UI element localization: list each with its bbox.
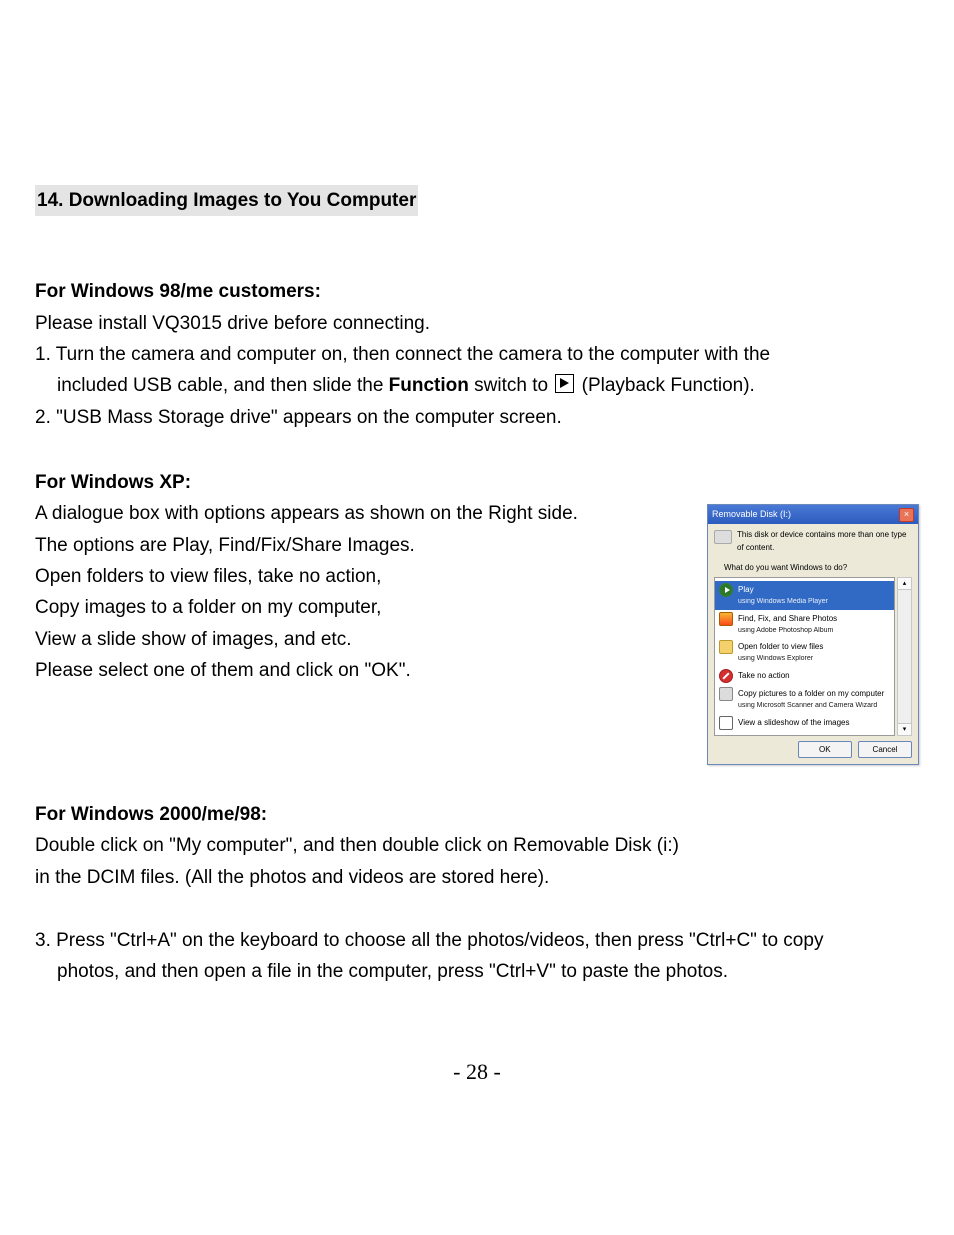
list-item[interactable]: Take no action [715,667,894,685]
step1-mid: switch to [469,375,553,396]
action-list[interactable]: Playusing Windows Media Player Find, Fix… [714,577,895,736]
scroll-up-icon[interactable]: ▴ [898,578,911,590]
scroll-down-icon[interactable]: ▾ [898,723,911,735]
item-title: Open folder to view files [738,640,823,653]
item-sub: using Windows Explorer [738,653,823,665]
photoshop-icon [719,612,733,626]
no-action-icon [719,669,733,683]
list-item[interactable]: Copy pictures to a folder on my computer… [715,685,894,714]
wmp-icon [719,583,733,597]
step3-line2: photos, and then open a file in the comp… [35,961,728,982]
subheading-winxp: For Windows XP: [35,467,919,498]
close-icon[interactable]: × [899,508,914,522]
w2k-line2: in the DCIM files. (All the photos and v… [35,862,919,893]
step1-post: (Playback Function). [576,375,754,396]
playback-icon [555,374,574,393]
section-heading: 14. Downloading Images to You Computer [35,185,919,216]
subheading-win98me: For Windows 98/me customers: [35,276,919,307]
scanner-icon [719,687,733,701]
autoplay-dialog: Removable Disk (I:) × This disk or devic… [707,504,919,765]
list-item[interactable]: Find, Fix, and Share Photosusing Adobe P… [715,610,894,639]
subheading-win2000: For Windows 2000/me/98: [35,799,919,830]
item-title: Copy pictures to a folder on my computer [738,687,884,700]
folder-icon [719,640,733,654]
dialog-prompt: What do you want Windows to do? [724,561,912,574]
slideshow-icon [719,716,733,730]
step-3: 3. Press "Ctrl+A" on the keyboard to cho… [35,925,919,988]
step-2: 2. "USB Mass Storage drive" appears on t… [35,402,919,433]
step1-line1: 1. Turn the camera and computer on, then… [35,344,770,365]
page-number: - 28 - [0,1054,954,1090]
list-item[interactable]: View a slideshow of the images [715,714,894,732]
drive-icon [714,530,732,544]
list-item[interactable]: Open folder to view filesusing Windows E… [715,638,894,667]
scrollbar[interactable]: ▴ ▾ [897,577,912,736]
dialog-title-text: Removable Disk (I:) [712,507,791,522]
ok-button[interactable]: OK [798,741,852,758]
item-sub: using Microsoft Scanner and Camera Wizar… [738,700,884,712]
item-sub: using Windows Media Player [738,596,828,608]
step-1: 1. Turn the camera and computer on, then… [35,339,919,402]
item-title: View a slideshow of the images [738,716,849,729]
cancel-button[interactable]: Cancel [858,741,912,758]
item-sub: using Adobe Photoshop Album [738,625,837,637]
dialog-titlebar[interactable]: Removable Disk (I:) × [708,505,918,524]
dialog-message: This disk or device contains more than o… [737,528,912,554]
step1-bold: Function [389,375,469,396]
item-title: Play [738,583,828,596]
step1-pre: included USB cable, and then slide the [57,375,389,396]
step3-line1: 3. Press "Ctrl+A" on the keyboard to cho… [35,930,823,951]
item-title: Take no action [738,669,790,682]
intro-text: Please install VQ3015 drive before conne… [35,308,919,339]
w2k-line1: Double click on "My computer", and then … [35,830,919,861]
item-title: Find, Fix, and Share Photos [738,612,837,625]
list-item[interactable]: Playusing Windows Media Player [715,581,894,610]
